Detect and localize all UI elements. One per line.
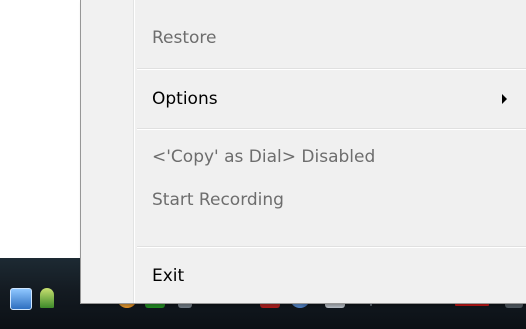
menu-gutter-divider [133,0,135,303]
menu-item-exit[interactable]: Exit [152,265,184,287]
menu-item-restore: Restore [152,28,217,48]
context-menu: Restore Options <'Copy' as Dial> Disable… [80,0,526,304]
menu-separator [137,68,526,70]
submenu-arrow-icon [502,94,507,104]
menu-item-options[interactable]: Options [152,88,218,110]
menu-separator [137,128,526,130]
menu-icon-gutter [81,0,133,303]
app-window-icon[interactable] [10,288,32,310]
figure-icon[interactable] [40,288,54,308]
menu-separator [137,246,526,248]
menu-item-start-recording: Start Recording [152,190,284,210]
menu-item-copy-as-dial: <'Copy' as Dial> Disabled [152,147,376,167]
